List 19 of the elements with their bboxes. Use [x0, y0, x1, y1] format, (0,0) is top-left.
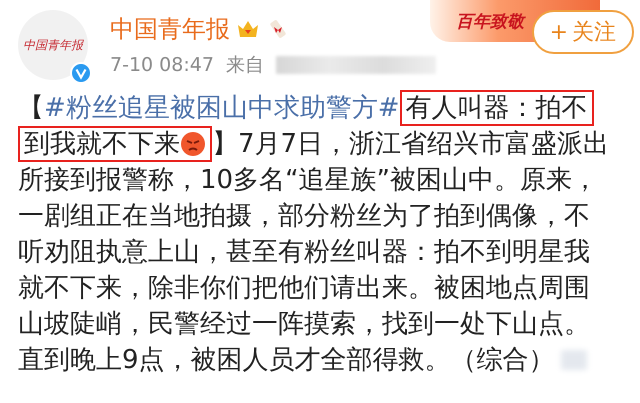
account-name[interactable]: 中国青年报	[110, 14, 230, 44]
post-text: 所接到报警称，10多名“追星族”被困山中。原来，	[18, 164, 598, 197]
highlighted-quote: 到我就不下来	[24, 128, 180, 160]
post-text: 就不下来，除非你们把他们请出来。被困地点周围	[18, 272, 590, 305]
source-label: 来自	[226, 53, 264, 78]
avatar[interactable]: 中国青年报	[18, 10, 88, 80]
post-time: 7-10 08:47	[110, 54, 214, 76]
post-text: 听劝阻执意上山，甚至有粉丝叫器：拍不到明星我	[18, 236, 590, 269]
banner-text: 百年致敬	[456, 10, 524, 32]
post-text: 直到晚上9点，被困人员才全部得救。（综合）	[18, 344, 555, 377]
post-text: 山坡陡峭，民警经过一阵摸索，找到一处下山点。	[18, 308, 590, 341]
post-text: 】7月7日，浙江省绍兴市富盛派出	[212, 128, 610, 161]
follow-button[interactable]: + 关注	[532, 10, 634, 54]
blurred-mark	[560, 350, 587, 370]
avatar-logo-text: 中国青年报	[23, 36, 83, 54]
post-text: 【	[18, 92, 44, 125]
highlighted-quote: 有人叫器：拍不	[406, 92, 588, 124]
hashtag-link[interactable]: #粉丝追星被困山中求助警方#	[44, 90, 400, 126]
post-text: 一剧组正在当地拍摄，部分粉丝为了拍到偶像，不	[18, 200, 590, 233]
